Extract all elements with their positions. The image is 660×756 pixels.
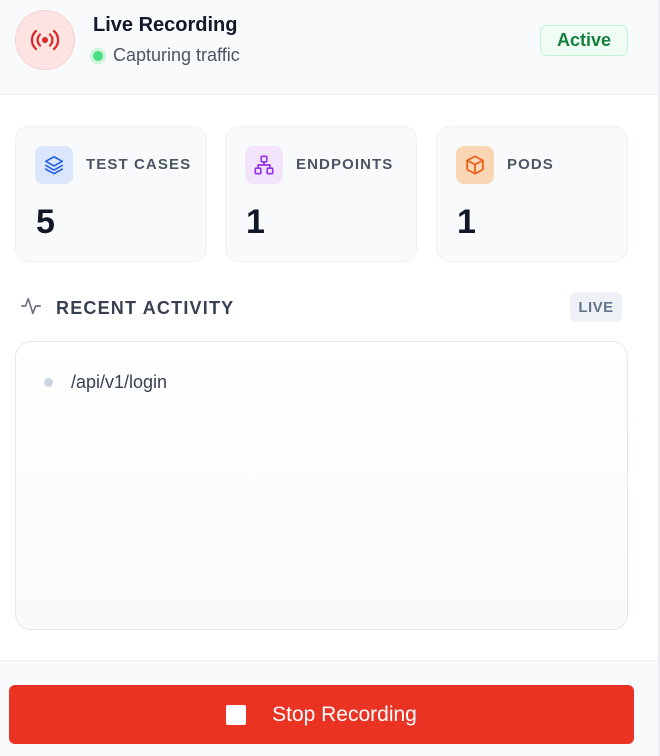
layers-icon (35, 146, 73, 184)
stat-value: 5 (36, 203, 55, 241)
stat-card-test-cases: TEST CASES 5 (15, 126, 207, 262)
stat-value: 1 (246, 203, 265, 241)
page-title: Live Recording (93, 14, 238, 36)
live-badge: LIVE (570, 292, 622, 322)
stop-recording-button[interactable]: Stop Recording (9, 685, 634, 744)
cube-icon (456, 146, 494, 184)
stop-icon (226, 704, 247, 725)
bullet-dot-icon (44, 378, 53, 387)
stat-card-pods: PODS 1 (436, 126, 628, 262)
stat-label: PODS (507, 156, 554, 173)
activity-feed[interactable]: /api/v1/login (15, 341, 628, 630)
sitemap-icon (245, 146, 283, 184)
recent-activity-heading: RECENT ACTIVITY (20, 295, 234, 322)
list-item[interactable]: /api/v1/login (44, 372, 167, 393)
status-badge: Active (540, 25, 628, 56)
status-text: Capturing traffic (113, 45, 240, 65)
stop-recording-label: Stop Recording (272, 702, 417, 726)
stat-value: 1 (457, 203, 476, 241)
stat-card-endpoints: ENDPOINTS 1 (225, 126, 417, 262)
section-title: RECENT ACTIVITY (56, 298, 235, 318)
status-line: Capturing traffic (91, 45, 240, 66)
status-dot-icon (91, 48, 105, 63)
endpoint-path: /api/v1/login (71, 372, 168, 392)
stat-label: ENDPOINTS (296, 156, 394, 173)
pulse-icon (20, 295, 42, 322)
broadcast-icon (15, 10, 75, 70)
stat-label: TEST CASES (86, 156, 192, 173)
